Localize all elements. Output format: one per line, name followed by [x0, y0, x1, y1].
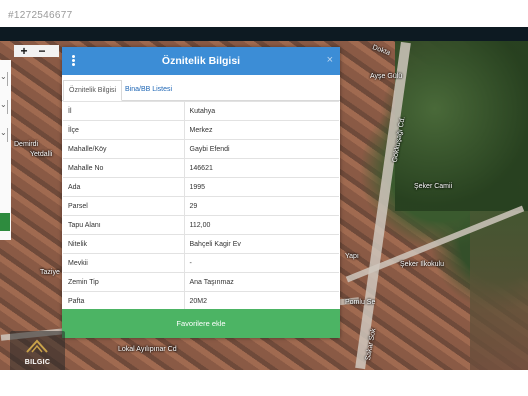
attribute-value: Gaybi Efendi	[183, 139, 339, 159]
attribute-key: Mahalle/Köy	[63, 139, 184, 159]
house-icon	[26, 339, 48, 353]
table-row: Mahalle/Köy Gaybi Efendi	[63, 139, 339, 159]
logo-name: BILGIC	[24, 359, 51, 366]
map-label: Şeker Camii	[414, 183, 453, 190]
table-row: Mahalle No 146621	[63, 158, 339, 178]
attribute-key: Nitelik	[63, 234, 184, 254]
top-bar	[0, 27, 528, 41]
dialog-title: Öznitelik Bilgisi	[161, 55, 241, 67]
attribute-value: Merkez	[183, 120, 339, 140]
table-row: Ada 1995	[63, 177, 339, 197]
map-label: Şeker Ilkokulu	[400, 261, 444, 268]
attribute-key: Zemin Tip	[63, 272, 184, 292]
attribute-table: İl Kutahya İlçe Merkez Mahalle/Köy Gaybi Efen…	[63, 101, 339, 311]
table-row: Nitelik Bahçeli Kagir Ev	[63, 234, 339, 254]
table-row: Tapu Alanı 112,00	[63, 215, 339, 235]
table-row: İlçe Merkez	[63, 120, 339, 140]
dialog-tabs: Öznitelik Bilgisi Bina/BB Listesi	[62, 75, 340, 101]
bottom-strip	[0, 370, 528, 396]
table-row: Pafta 20M2	[63, 291, 339, 311]
add-to-favorites-button[interactable]: Favorilere ekle	[62, 309, 340, 338]
tab-attributes[interactable]: Öznitelik Bilgisi	[63, 80, 123, 101]
table-row: Mevkii -	[63, 253, 339, 273]
attribute-key: Ada	[63, 177, 184, 197]
attribute-key: Parsel	[63, 196, 184, 216]
table-row: İl Kutahya	[63, 101, 339, 121]
attribute-value: 112,00	[183, 215, 339, 235]
close-icon[interactable]: ×	[327, 54, 333, 66]
map-label: Lokal Ayılıpınar Cd	[118, 346, 177, 353]
map-zoom-controls: + −	[14, 45, 59, 57]
listing-id: #1272546677	[8, 10, 73, 21]
attribute-value: 146621	[183, 158, 339, 178]
attribute-value: Kutahya	[183, 101, 339, 121]
attribute-key: İl	[63, 101, 184, 121]
attribute-value: 20M2	[183, 291, 339, 311]
map-label: Pomlu Se	[345, 299, 376, 306]
attribute-value: Ana Taşınmaz	[183, 272, 339, 292]
map-label: Yetdalli	[30, 151, 53, 158]
attribute-dialog: Öznitelik Bilgisi × Öznitelik Bilgisi Bi…	[62, 47, 340, 338]
zoom-in-icon[interactable]: +	[18, 45, 30, 57]
table-row: Parsel 29	[63, 196, 339, 216]
attribute-key: Pafta	[63, 291, 184, 311]
map-label: Taziye	[40, 269, 60, 276]
map-label: Ayşe Gülü	[370, 73, 403, 80]
map-label: Yapı	[345, 253, 359, 260]
chevron-down-icon[interactable]: ⌄	[0, 128, 8, 142]
attribute-value: 29	[183, 196, 339, 216]
attribute-value: -	[183, 253, 339, 273]
chevron-down-icon[interactable]: ⌄	[0, 72, 8, 86]
attribute-value: Bahçeli Kagir Ev	[183, 234, 339, 254]
zoom-out-icon[interactable]: −	[36, 45, 48, 57]
map-label: Demirdi	[14, 141, 39, 148]
table-row: Zemin Tip Ana Taşınmaz	[63, 272, 339, 292]
attribute-key: Tapu Alanı	[63, 215, 184, 235]
attribute-key: Mahalle No	[63, 158, 184, 178]
attribute-value: 1995	[183, 177, 339, 197]
map-label: Dokta	[371, 44, 391, 57]
side-action-button[interactable]	[0, 213, 10, 231]
chevron-down-icon[interactable]: ⌄	[0, 100, 8, 114]
attribute-key: İlçe	[63, 120, 184, 140]
tab-building-list[interactable]: Bina/BB Listesi	[120, 80, 177, 101]
attribute-key: Mevkii	[63, 253, 184, 273]
dialog-header: Öznitelik Bilgisi ×	[62, 47, 340, 75]
